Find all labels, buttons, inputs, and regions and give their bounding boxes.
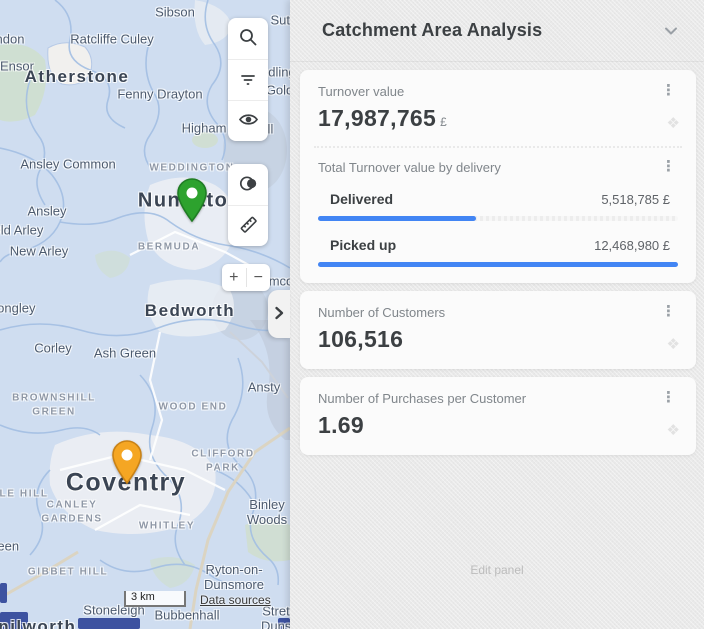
pickedup-progress-track	[318, 262, 678, 267]
pickedup-value: 12,468,980 £	[594, 238, 670, 253]
customers-menu-icon[interactable]: ⋮	[659, 305, 678, 319]
delivered-name: Delivered	[330, 191, 393, 207]
customers-label: Number of Customers	[318, 305, 445, 320]
edit-panel-button[interactable]: Edit panel	[290, 563, 704, 577]
search-tool-button[interactable]	[228, 18, 268, 59]
turnover-value-row: 17,987,765 £	[318, 105, 678, 132]
zoom-out-button[interactable]: −	[247, 264, 271, 291]
pickedup-name: Picked up	[330, 237, 396, 253]
delivery-row-delivered: Delivered 5,518,785 £	[318, 191, 678, 207]
turnover-card: Turnover value ⋮ 17,987,765 £ ❖ Total Tur…	[300, 70, 696, 283]
delivery-row-pickedup: Picked up 12,468,980 £	[318, 237, 678, 253]
widget-handle-icon: ❖	[667, 421, 680, 439]
purchases-value: 1.69	[318, 412, 678, 439]
ruler-icon	[238, 214, 259, 238]
contrast-icon	[238, 173, 259, 197]
turnover-value: 17,987,765	[318, 105, 436, 131]
motorway-shield-fragment	[278, 618, 290, 629]
measure-tool-button[interactable]	[228, 205, 268, 246]
motorway-shield-fragment	[0, 612, 28, 629]
visibility-tool-button[interactable]	[228, 100, 268, 141]
data-sources-link[interactable]: Data sources	[200, 593, 271, 607]
green-map-pin[interactable]	[177, 178, 207, 222]
turnover-currency: £	[440, 115, 447, 129]
delivered-progress-fill	[318, 216, 476, 221]
contrast-tool-button[interactable]	[228, 164, 268, 205]
motorway-shield-fragment	[78, 618, 140, 629]
app-root: SibsonndonRatcliffe CuleySuttEnsorAthers…	[0, 0, 704, 629]
zoom-control: + −	[222, 264, 270, 291]
chevron-right-icon	[273, 306, 285, 323]
orange-map-pin[interactable]	[112, 440, 142, 484]
search-icon	[238, 27, 258, 50]
customers-value: 106,516	[318, 326, 678, 353]
widget-handle-icon: ❖	[667, 114, 680, 132]
eye-icon	[238, 109, 259, 133]
map-scale-bar: 3 km	[124, 591, 186, 607]
purchases-menu-icon[interactable]: ⋮	[659, 391, 678, 405]
pickedup-progress-fill	[318, 262, 678, 267]
map-toolbar-primary	[228, 18, 268, 141]
turnover-label: Turnover value	[318, 84, 404, 99]
scale-label: 3 km	[131, 591, 155, 603]
motorway-shield-fragment	[0, 583, 7, 603]
analysis-panel: Catchment Area Analysis Turnover value ⋮…	[290, 0, 704, 629]
widget-handle-icon: ❖	[667, 335, 680, 353]
card-divider	[314, 146, 682, 148]
chevron-down-icon[interactable]	[662, 22, 680, 40]
delivered-value: 5,518,785 £	[601, 192, 670, 207]
panel-header: Catchment Area Analysis	[290, 0, 704, 62]
delivery-menu-icon[interactable]: ⋮	[659, 160, 678, 174]
delivered-progress-track	[318, 216, 678, 221]
delivery-label: Total Turnover value by delivery	[318, 160, 501, 175]
filter-tool-button[interactable]	[228, 59, 268, 100]
purchases-label: Number of Purchases per Customer	[318, 391, 526, 406]
panel-title: Catchment Area Analysis	[322, 20, 542, 41]
purchases-card: Number of Purchases per Customer ⋮ 1.69 …	[300, 377, 696, 455]
map-toolbar-secondary	[228, 164, 268, 246]
panel-collapse-button[interactable]	[268, 290, 290, 338]
customers-card: Number of Customers ⋮ 106,516 ❖	[300, 291, 696, 369]
filter-list-icon	[238, 69, 258, 92]
map-canvas[interactable]: SibsonndonRatcliffe CuleySuttEnsorAthers…	[0, 0, 290, 629]
turnover-menu-icon[interactable]: ⋮	[659, 84, 678, 98]
zoom-in-button[interactable]: +	[222, 264, 246, 291]
